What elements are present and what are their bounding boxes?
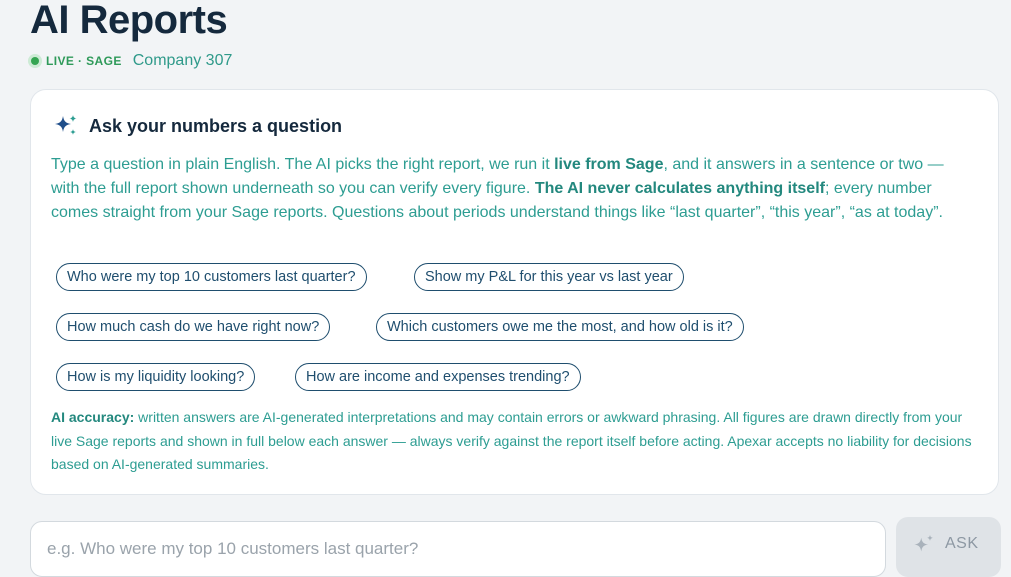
page-title: AI Reports <box>30 0 228 42</box>
intro-text: Type a question in plain English. The AI… <box>51 153 976 225</box>
ask-button-label: ASK <box>945 535 979 552</box>
company-name: Company 307 <box>132 52 233 69</box>
disclaimer-text: written answers are AI-generated interpr… <box>51 409 972 472</box>
ask-question-card: Ask your numbers a question Type a quest… <box>30 89 999 495</box>
intro-text-part: Type a question in plain English. The AI… <box>51 156 555 173</box>
connection-status: LIVE · SAGE Company 307 <box>28 51 232 71</box>
suggestion-chip-pnl[interactable]: Show my P&L for this year vs last year <box>414 263 684 291</box>
suggestion-chip-liquidity[interactable]: How is my liquidity looking? <box>56 363 256 391</box>
suggestion-chip-income-expenses[interactable]: How are income and expenses trending? <box>295 363 581 391</box>
intro-emphasis-never-calculates: The AI never calculates anything itself <box>534 180 825 197</box>
question-input[interactable] <box>30 521 886 577</box>
ask-button[interactable]: ASK <box>896 517 1001 577</box>
live-status-label: LIVE · SAGE <box>46 54 122 68</box>
intro-emphasis-live: live from Sage <box>554 156 664 173</box>
disclaimer-label: AI accuracy: <box>51 409 135 425</box>
live-status-dot-icon <box>31 57 39 65</box>
suggestion-chip-cash[interactable]: How much cash do we have right now? <box>56 313 331 341</box>
ai-accuracy-disclaimer: AI accuracy: written answers are AI-gene… <box>51 406 981 477</box>
sparkle-icon <box>914 534 934 552</box>
sparkle-icon <box>55 115 77 135</box>
card-header: Ask your numbers a question <box>53 113 342 139</box>
suggestion-chip-top-customers[interactable]: Who were my top 10 customers last quarte… <box>56 263 367 291</box>
suggestion-chip-customers-owe[interactable]: Which customers owe me the most, and how… <box>376 313 744 341</box>
card-title: Ask your numbers a question <box>89 115 343 136</box>
